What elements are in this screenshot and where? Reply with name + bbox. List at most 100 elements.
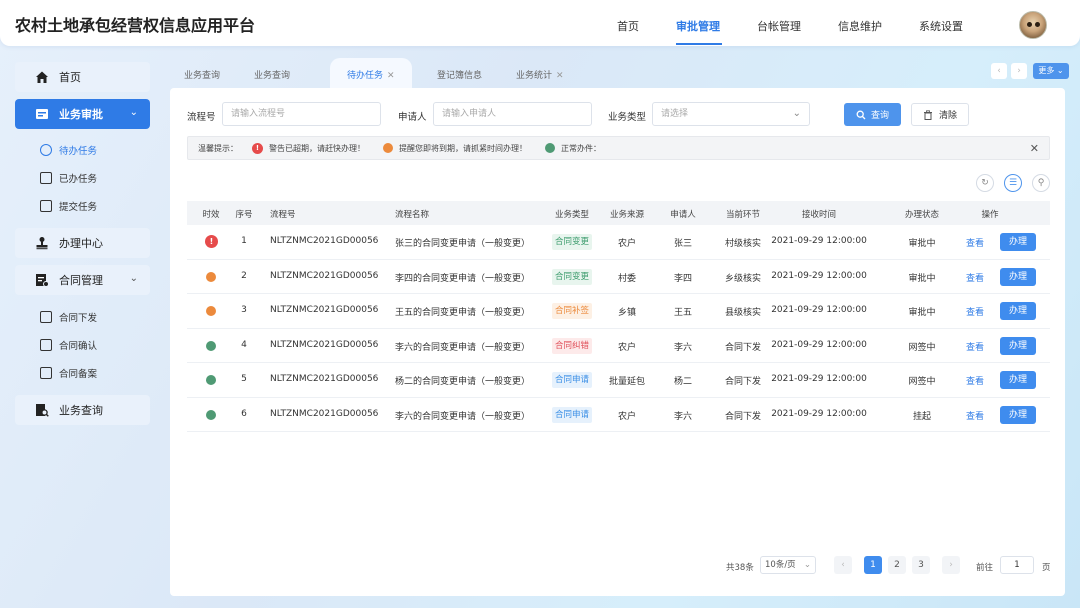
goto-page-input[interactable] bbox=[1000, 556, 1034, 574]
sidebar-item-center[interactable]: 办理中心 bbox=[15, 228, 150, 258]
tab-label: 待办任务 bbox=[347, 71, 384, 81]
archive-icon bbox=[40, 367, 52, 379]
cell-applicant: 李六 bbox=[673, 342, 693, 353]
handle-button[interactable]: 办理 bbox=[1000, 405, 1036, 424]
cell-no: 4 bbox=[241, 339, 247, 350]
cell-flow: NLTZNMC2021GD00056 bbox=[270, 236, 379, 246]
handle-button[interactable]: 办理 bbox=[1000, 302, 1036, 320]
view-link[interactable]: 查看 bbox=[966, 236, 984, 249]
type-select[interactable]: 请选择 ⌄ bbox=[652, 102, 810, 126]
col-header: 申请人 bbox=[670, 210, 696, 220]
cell-time: 2021-09-29 12:00:00 bbox=[771, 236, 867, 246]
tab-todo[interactable]: 待办任务 ✕ bbox=[347, 68, 395, 81]
query-button[interactable]: 查询 bbox=[844, 103, 901, 126]
topnav-approval[interactable]: 审批管理 bbox=[676, 18, 720, 34]
refresh-icon[interactable]: ↻ bbox=[976, 174, 994, 192]
applicant-input[interactable] bbox=[433, 102, 592, 126]
type-select-value: 请选择 bbox=[661, 109, 689, 119]
sidebar-item-label: 合同备案 bbox=[59, 369, 98, 380]
next-page-icon[interactable]: › bbox=[942, 556, 960, 574]
table-row: 4 NLTZNMC2021GD00056 李六的合同变更申请（一般变更） 合同纠错 农户… bbox=[187, 329, 1050, 363]
page-button[interactable]: 1 bbox=[864, 556, 882, 574]
more-button[interactable]: 更多 ⌄ bbox=[1033, 63, 1069, 79]
pagination-total: 共38条 bbox=[726, 563, 754, 573]
sidebar-item-issue[interactable]: 合同下发 bbox=[40, 309, 97, 325]
sidebar-item-confirm[interactable]: 合同确认 bbox=[40, 337, 97, 353]
sidebar-item-todo[interactable]: 待办任务 bbox=[40, 142, 97, 158]
cell-flow: NLTZNMC2021GD00056 bbox=[270, 408, 379, 419]
clear-button[interactable]: 清除 bbox=[911, 103, 969, 126]
cell-state: 挂起 bbox=[912, 411, 932, 422]
sidebar-item-done[interactable]: 已办任务 bbox=[40, 170, 97, 186]
cell-step: 合同下发 bbox=[724, 342, 762, 353]
avatar[interactable] bbox=[1019, 11, 1047, 39]
tab-query-2[interactable]: 业务查询 bbox=[254, 68, 290, 81]
close-icon[interactable]: ✕ bbox=[1030, 142, 1039, 155]
cell-time: 2021-09-29 12:00:00 bbox=[771, 270, 867, 281]
tab-next-icon[interactable]: › bbox=[1011, 63, 1027, 79]
green-dot-icon bbox=[206, 409, 216, 420]
tab-prev-icon[interactable]: ‹ bbox=[991, 63, 1007, 79]
topnav-settings[interactable]: 系统设置 bbox=[919, 18, 963, 34]
table-row: 5 NLTZNMC2021GD00056 杨二的合同变更申请（一般变更） 合同申请 批量… bbox=[187, 363, 1050, 398]
tab-query-1[interactable]: 业务查询 bbox=[184, 68, 220, 81]
col-header: 办理状态 bbox=[904, 210, 940, 220]
handle-button[interactable]: 办理 bbox=[1000, 371, 1036, 389]
approval-icon bbox=[36, 109, 48, 119]
view-link[interactable]: 查看 bbox=[966, 305, 984, 318]
sidebar-item-query[interactable]: 业务查询 bbox=[15, 395, 150, 425]
handle-button[interactable]: 办理 bbox=[1000, 267, 1036, 286]
stamp-icon bbox=[36, 237, 48, 250]
prev-page-icon[interactable]: ‹ bbox=[834, 556, 852, 574]
search-icon[interactable]: ⚲ bbox=[1032, 174, 1050, 192]
view-link[interactable]: 查看 bbox=[966, 271, 984, 284]
document-icon bbox=[40, 200, 52, 212]
green-dot-icon bbox=[545, 143, 555, 153]
tips-bar: 温馨提示： ! 警告已超期，请赶快办理！ 提醒您即将到期，请抓紧时间办理！ 正常… bbox=[187, 136, 1050, 160]
tab-register[interactable]: 登记簿信息 bbox=[437, 68, 482, 81]
sidebar-item-approval[interactable]: 业务审批 ⌄ bbox=[15, 99, 150, 129]
cell-no: 6 bbox=[241, 408, 247, 419]
applicant-label: 申请人 bbox=[398, 112, 427, 123]
col-header: 流程名称 bbox=[395, 210, 430, 220]
topnav-info[interactable]: 信息维护 bbox=[838, 18, 882, 34]
sidebar-item-submitted[interactable]: 提交任务 bbox=[40, 198, 97, 214]
cell-no: 2 bbox=[241, 270, 247, 281]
sidebar-item-label: 合同确认 bbox=[59, 341, 98, 352]
view-link[interactable]: 查看 bbox=[966, 409, 984, 422]
handle-button[interactable]: 办理 bbox=[1000, 336, 1036, 355]
columns-settings-icon[interactable]: ☰ bbox=[1004, 174, 1022, 192]
cell-time: 2021-09-29 12:00:00 bbox=[771, 374, 867, 384]
page-size-select[interactable]: 10条/页 ⌄ bbox=[760, 556, 816, 574]
chevron-down-icon: ⌄ bbox=[129, 107, 138, 118]
cell-flow: NLTZNMC2021GD00056 bbox=[270, 374, 379, 384]
flow-no-input[interactable] bbox=[222, 102, 381, 126]
cell-applicant: 李六 bbox=[673, 411, 693, 422]
sidebar-item-label: 业务审批 bbox=[59, 108, 103, 121]
search-icon bbox=[856, 110, 866, 119]
page-button[interactable]: 3 bbox=[912, 556, 930, 574]
sidebar-item-home[interactable]: 首页 bbox=[15, 62, 150, 92]
close-icon[interactable]: ✕ bbox=[387, 71, 395, 81]
sidebar-item-label: 已办任务 bbox=[59, 174, 98, 185]
sidebar-item-label: 合同下发 bbox=[59, 313, 98, 324]
close-icon[interactable]: ✕ bbox=[556, 71, 564, 81]
type-tag: 合同变更 bbox=[551, 268, 593, 285]
orange-dot-icon bbox=[206, 306, 216, 316]
type-tag: 合同纠错 bbox=[551, 337, 593, 354]
cell-name: 李六的合同变更申请（一般变更） bbox=[395, 411, 531, 422]
view-link[interactable]: 查看 bbox=[966, 340, 984, 353]
table-row: ! 1 NLTZNMC2021GD00056 张三的合同变更申请（一般变更） 合同变更 农… bbox=[187, 225, 1050, 260]
handle-button[interactable]: 办理 bbox=[1000, 233, 1036, 251]
sidebar-item-label: 办理中心 bbox=[59, 237, 103, 250]
cell-name: 李六的合同变更申请（一般变更） bbox=[395, 342, 531, 353]
cell-source: 村委 bbox=[617, 273, 637, 284]
type-tag: 合同申请 bbox=[551, 406, 593, 423]
topnav-ledger[interactable]: 台帐管理 bbox=[757, 18, 801, 34]
tab-stats[interactable]: 业务统计 ✕ bbox=[516, 68, 564, 81]
sidebar-item-contract[interactable]: 合同管理 ⌄ bbox=[15, 265, 150, 295]
sidebar-item-record[interactable]: 合同备案 bbox=[40, 365, 97, 381]
view-link[interactable]: 查看 bbox=[966, 374, 984, 387]
topnav-home[interactable]: 首页 bbox=[617, 18, 639, 34]
page-button[interactable]: 2 bbox=[888, 556, 906, 574]
